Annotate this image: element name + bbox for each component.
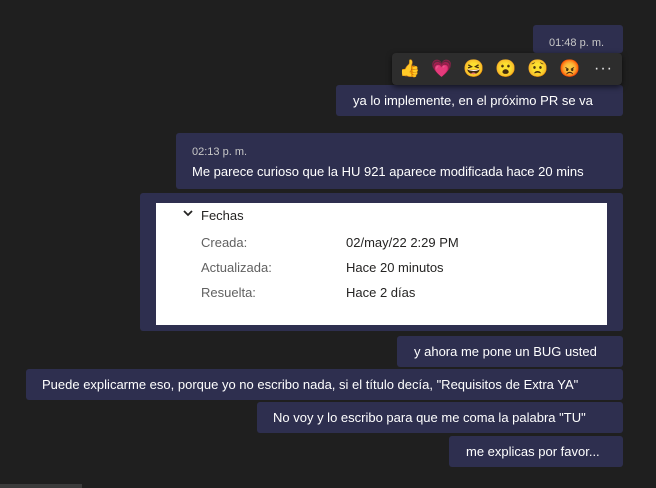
- scrollbar-stub[interactable]: [0, 484, 82, 488]
- heart-reaction-icon[interactable]: 💗: [431, 59, 452, 79]
- chevron-down-icon[interactable]: [183, 207, 193, 219]
- message-bubble-1[interactable]: 01:48 p. m.: [533, 25, 623, 53]
- message-bubble-5[interactable]: No voy y lo escribo para que me coma la …: [257, 402, 623, 433]
- message-bubble-1-body[interactable]: ya lo implemente, en el próximo PR se va: [336, 85, 623, 116]
- resolved-value: Hace 2 días: [346, 285, 416, 300]
- message-timestamp: 01:48 p. m.: [549, 37, 605, 49]
- message-text: ya lo implemente, en el próximo PR se va: [353, 93, 593, 108]
- updated-value: Hace 20 minutos: [346, 260, 444, 275]
- angry-reaction-icon[interactable]: 😡: [559, 59, 580, 79]
- reaction-bar: 👍 💗 😆 😮 😟 😡 ···: [392, 53, 622, 85]
- updated-label: Actualizada:: [201, 260, 272, 275]
- created-value: 02/may/22 2:29 PM: [346, 235, 459, 250]
- section-title: Fechas: [201, 208, 244, 223]
- resolved-label: Resuelta:: [201, 285, 256, 300]
- message-timestamp: 02:13 p. m.: [192, 146, 248, 158]
- surprised-reaction-icon[interactable]: 😮: [495, 59, 516, 79]
- message-text: Me parece curioso que la HU 921 aparece …: [192, 164, 584, 179]
- like-reaction-icon[interactable]: 👍: [399, 59, 420, 79]
- message-bubble-6[interactable]: me explicas por favor...: [449, 436, 623, 467]
- message-text: No voy y lo escribo para que me coma la …: [273, 410, 586, 425]
- sad-reaction-icon[interactable]: 😟: [527, 59, 548, 79]
- message-text: me explicas por favor...: [466, 444, 600, 459]
- message-text: y ahora me pone un BUG usted: [414, 344, 597, 359]
- more-options-icon[interactable]: ···: [594, 59, 613, 79]
- shared-screenshot-card: Fechas Creada: 02/may/22 2:29 PM Actuali…: [156, 203, 607, 325]
- message-text: Puede explicarme eso, porque yo no escri…: [42, 377, 579, 392]
- message-bubble-3[interactable]: y ahora me pone un BUG usted: [397, 336, 623, 367]
- message-bubble-4[interactable]: Puede explicarme eso, porque yo no escri…: [26, 369, 623, 400]
- message-bubble-2[interactable]: 02:13 p. m. Me parece curioso que la HU …: [176, 133, 623, 189]
- created-label: Creada:: [201, 235, 248, 250]
- laugh-reaction-icon[interactable]: 😆: [463, 59, 484, 79]
